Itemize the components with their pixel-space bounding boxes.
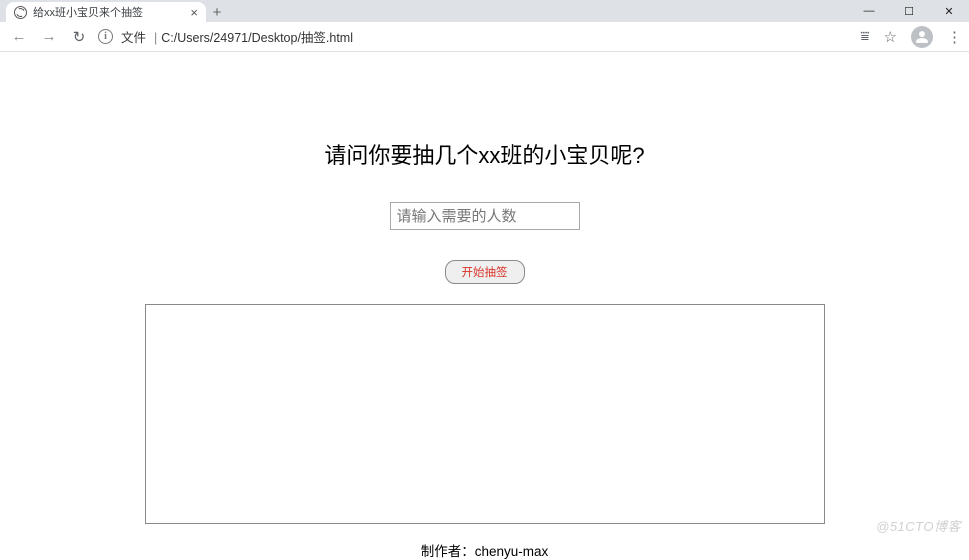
url-separator: | [154, 31, 157, 45]
tab-strip: 给xx班小宝贝来个抽签 × + — ☐ ✕ [0, 0, 969, 22]
result-box [145, 304, 825, 524]
forward-button[interactable]: → [38, 26, 60, 48]
footer-credit: 制作者：chenyu-max [0, 540, 969, 560]
toolbar-right: ⩸ ☆ ⋮ [860, 26, 961, 48]
new-tab-button[interactable]: + [206, 2, 228, 22]
address-bar: ← → ↻ i 文件 | C:/Users/24971/Desktop/抽签.htm… [0, 22, 969, 52]
browser-menu-icon[interactable]: ⋮ [947, 28, 961, 46]
close-window-button[interactable]: ✕ [929, 0, 969, 22]
start-draw-button[interactable]: 开始抽签 [445, 260, 525, 284]
maximize-button[interactable]: ☐ [889, 0, 929, 22]
browser-tab[interactable]: 给xx班小宝贝来个抽签 × [6, 2, 206, 22]
count-input[interactable] [390, 202, 580, 230]
tab-title: 给xx班小宝贝来个抽签 [33, 4, 184, 20]
profile-avatar-icon[interactable] [911, 26, 933, 48]
url-path: C:/Users/24971/Desktop/抽签.html [161, 31, 353, 45]
window-controls: — ☐ ✕ [849, 0, 969, 22]
site-info-icon[interactable]: i [98, 29, 113, 44]
url-display[interactable]: 文件 | C:/Users/24971/Desktop/抽签.html [121, 27, 353, 46]
watermark: @51CTO博客 [876, 516, 961, 535]
minimize-button[interactable]: — [849, 0, 889, 22]
page-content: 请问你要抽几个xx班的小宝贝呢? 开始抽签 制作者：chenyu-max @51… [0, 52, 969, 541]
url-protocol-label: 文件 [121, 31, 146, 45]
translate-icon[interactable]: ⩸ [860, 28, 869, 45]
close-tab-icon[interactable]: × [190, 5, 198, 20]
reload-button[interactable]: ↻ [68, 26, 90, 48]
back-button[interactable]: ← [8, 26, 30, 48]
bookmark-star-icon[interactable]: ☆ [884, 28, 897, 46]
page-title: 请问你要抽几个xx班的小宝贝呢? [0, 138, 969, 170]
globe-icon [14, 6, 27, 19]
